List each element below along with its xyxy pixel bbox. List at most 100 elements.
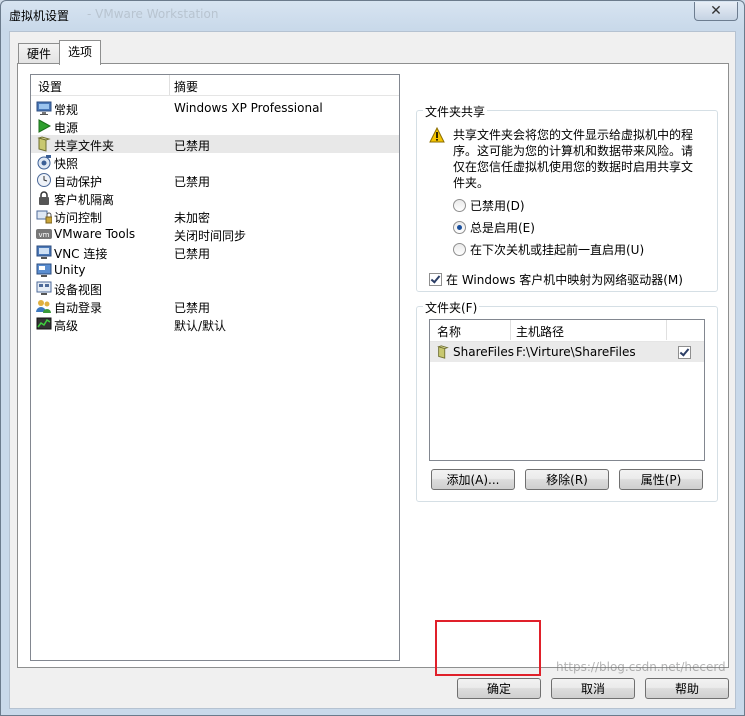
setting-name: 自动登录 xyxy=(54,301,103,315)
radio-label: 总是启用(E) xyxy=(470,220,535,235)
settings-dialog-window: 虚拟机设置 - VMware Workstation ✕ 硬件 选项 设置 摘要… xyxy=(0,0,745,716)
monitor-icon xyxy=(36,101,52,115)
list-item[interactable]: 自动保护 已禁用 xyxy=(31,171,399,189)
map-network-drive-checkbox[interactable]: 在 Windows 客户机中映射为网络驱动器(M) xyxy=(429,271,683,287)
dialog-client-area: 硬件 选项 设置 摘要 常规 Windows XP Professional 电… xyxy=(9,31,736,709)
ok-button[interactable]: 确定 xyxy=(457,678,541,699)
vm-icon: vm xyxy=(36,229,52,239)
list-item[interactable]: 快照 xyxy=(31,153,399,171)
radio-until-poweroff[interactable]: 在下次关机或挂起前一直启用(U) xyxy=(453,241,644,257)
checkbox[interactable] xyxy=(429,272,442,286)
tab-hardware[interactable]: 硬件 xyxy=(18,43,61,64)
shared-folder-icon xyxy=(37,136,51,152)
setting-name: 客户机隔离 xyxy=(54,193,115,207)
settings-list-header: 设置 摘要 xyxy=(31,75,399,96)
folder-enabled-checkbox[interactable] xyxy=(678,346,691,359)
help-button[interactable]: 帮助 xyxy=(645,678,729,699)
setting-name: 快照 xyxy=(54,157,79,171)
checkbox-label: 在 Windows 客户机中映射为网络驱动器(M) xyxy=(446,272,683,287)
column-header-name[interactable]: 名称 xyxy=(437,323,461,340)
folder-sharing-group: 文件夹共享 共享文件夹会将您的文件显示给虚拟机中的程序。这可能为您的计算机和数据… xyxy=(416,103,718,292)
setting-name: 共享文件夹 xyxy=(54,139,115,153)
radio-label: 在下次关机或挂起前一直启用(U) xyxy=(470,242,645,257)
list-item[interactable]: VNC 连接 已禁用 xyxy=(31,243,399,261)
svg-text:vm: vm xyxy=(39,231,50,239)
unity-icon xyxy=(36,263,52,277)
folders-group: 文件夹(F) 名称 主机路径 ShareFiles F:\Virture\Sha… xyxy=(416,299,718,502)
list-item[interactable]: 高级 默认/默认 xyxy=(31,315,399,333)
warning-icon xyxy=(429,127,445,143)
radio-button[interactable] xyxy=(453,198,466,212)
window-title: 虚拟机设置 xyxy=(9,9,70,23)
column-header-summary[interactable]: 摘要 xyxy=(174,78,198,95)
list-item[interactable]: 电源 xyxy=(31,117,399,135)
add-folder-button[interactable]: 添加(A)... xyxy=(431,469,515,490)
setting-summary: 已禁用 xyxy=(174,301,211,315)
highlight-annotation-box xyxy=(435,620,541,676)
shared-folder-icon xyxy=(437,345,449,359)
users-icon xyxy=(36,300,51,313)
radio-disabled[interactable]: 已禁用(D) xyxy=(453,197,525,213)
setting-name: 自动保护 xyxy=(54,175,103,189)
column-header-host-path[interactable]: 主机路径 xyxy=(516,323,564,340)
setting-summary: 已禁用 xyxy=(174,175,211,189)
column-header-setting[interactable]: 设置 xyxy=(38,78,62,95)
folder-host-path: F:\Virture\ShareFiles xyxy=(516,345,636,359)
clock-icon xyxy=(37,173,51,187)
table-row[interactable]: ShareFiles F:\Virture\ShareFiles xyxy=(430,342,704,362)
setting-name: VNC 连接 xyxy=(54,247,108,261)
column-divider[interactable] xyxy=(169,75,170,95)
vnc-icon xyxy=(36,245,52,259)
folder-properties-button[interactable]: 属性(P) xyxy=(619,469,703,490)
list-item[interactable]: vm VMware Tools 关闭时间同步 xyxy=(31,225,399,243)
radio-always-enabled[interactable]: 总是启用(E) xyxy=(453,219,535,235)
tab-strip: 硬件 选项 xyxy=(18,40,102,65)
column-divider[interactable] xyxy=(510,320,511,340)
watermark-text: https://blog.csdn.net/hecerd xyxy=(556,660,726,674)
close-button[interactable]: ✕ xyxy=(694,2,738,21)
list-item[interactable]: Unity xyxy=(31,261,399,279)
list-item[interactable]: 自动登录 已禁用 xyxy=(31,297,399,315)
advanced-icon xyxy=(36,317,52,330)
setting-summary: 已禁用 xyxy=(174,247,211,261)
radio-button[interactable] xyxy=(453,220,466,234)
settings-list[interactable]: 设置 摘要 常规 Windows XP Professional 电源 共享文件 xyxy=(30,74,400,661)
column-divider[interactable] xyxy=(666,320,667,340)
setting-name: 高级 xyxy=(54,319,79,333)
list-item[interactable]: 访问控制 未加密 xyxy=(31,207,399,225)
folders-list-header: 名称 主机路径 xyxy=(430,320,704,342)
options-tab-panel: 设置 摘要 常规 Windows XP Professional 电源 共享文件 xyxy=(17,63,729,668)
sharing-warning-text: 共享文件夹会将您的文件显示给虚拟机中的程序。这可能为您的计算机和数据带来风险。请… xyxy=(453,128,694,190)
play-icon xyxy=(38,119,52,133)
tab-options[interactable]: 选项 xyxy=(59,40,102,65)
list-item[interactable]: 常规 Windows XP Professional xyxy=(31,99,399,117)
setting-name: VMware Tools xyxy=(54,227,136,241)
setting-summary: 关闭时间同步 xyxy=(174,229,247,243)
list-item[interactable]: 设备视图 xyxy=(31,279,399,297)
folder-name: ShareFiles xyxy=(453,345,514,359)
setting-summary: 已禁用 xyxy=(174,139,211,153)
radio-label: 已禁用(D) xyxy=(470,198,525,213)
folders-legend: 文件夹(F) xyxy=(423,299,480,316)
setting-name: 常规 xyxy=(54,103,79,117)
shared-folders-list[interactable]: 名称 主机路径 ShareFiles F:\Virture\ShareFiles xyxy=(429,319,705,461)
list-item-selected[interactable]: 共享文件夹 已禁用 xyxy=(31,135,399,153)
radio-button[interactable] xyxy=(453,242,466,256)
setting-name: 电源 xyxy=(54,121,79,135)
setting-name: 访问控制 xyxy=(54,211,103,225)
list-item[interactable]: 客户机隔离 xyxy=(31,189,399,207)
setting-name: 设备视图 xyxy=(54,283,103,297)
setting-name: Unity xyxy=(54,263,86,277)
setting-summary: 未加密 xyxy=(174,211,211,225)
folder-sharing-legend: 文件夹共享 xyxy=(423,103,488,120)
cancel-button[interactable]: 取消 xyxy=(551,678,635,699)
lock-icon xyxy=(39,191,49,205)
setting-summary: 默认/默认 xyxy=(174,319,227,333)
device-view-icon xyxy=(36,281,52,295)
title-bar[interactable]: 虚拟机设置 - VMware Workstation ✕ xyxy=(1,1,744,27)
close-icon: ✕ xyxy=(710,3,722,19)
access-control-icon xyxy=(36,210,52,224)
setting-summary: Windows XP Professional xyxy=(174,101,323,115)
snapshot-icon xyxy=(37,155,51,170)
remove-folder-button[interactable]: 移除(R) xyxy=(525,469,609,490)
